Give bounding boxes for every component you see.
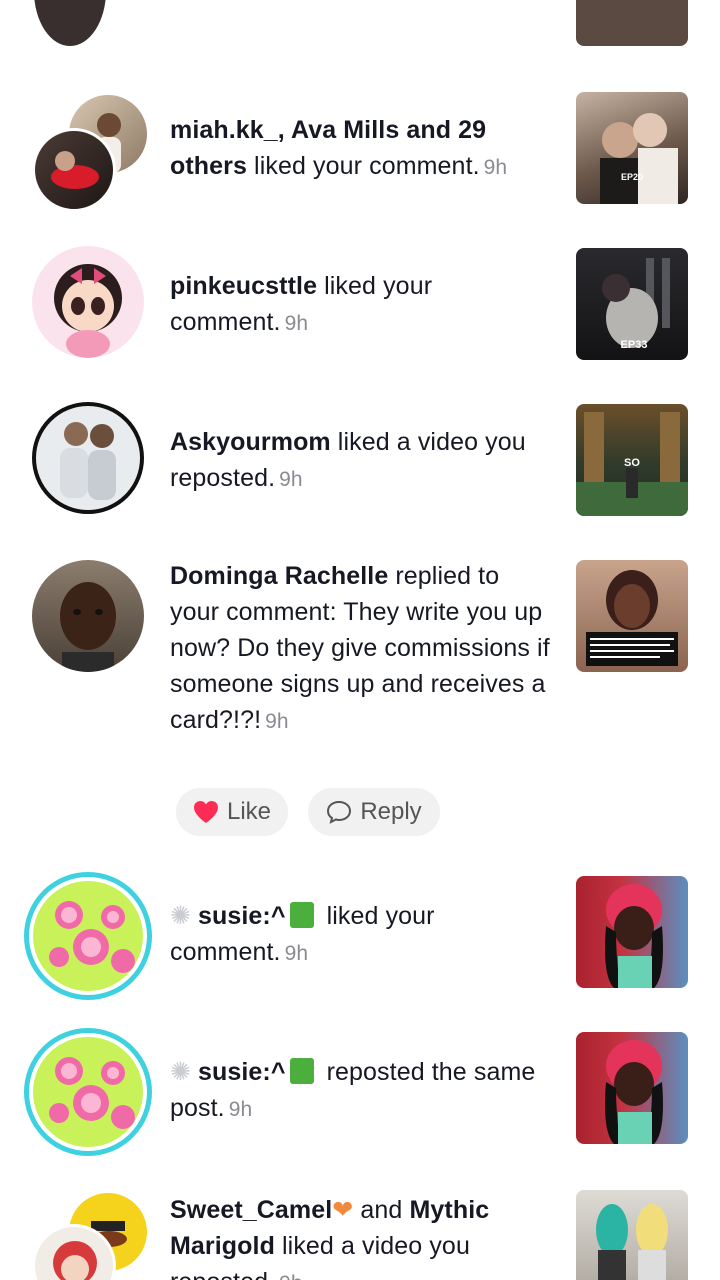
user-avatar[interactable] bbox=[34, 0, 106, 46]
user-avatar[interactable] bbox=[24, 1028, 152, 1156]
sparkle-icon: ✺ bbox=[170, 902, 192, 930]
user-avatar[interactable] bbox=[32, 402, 144, 514]
notification-item-reply[interactable]: Dominga Rachelle replied to your comment… bbox=[0, 558, 720, 848]
notification-item[interactable]: pinkeucsttle liked your comment. 9h EP33 bbox=[0, 246, 720, 366]
user-names[interactable]: Sweet_Camel bbox=[170, 1196, 332, 1224]
post-thumbnail[interactable] bbox=[576, 560, 688, 672]
timestamp: 9h bbox=[284, 942, 309, 965]
user-names[interactable]: Askyourmom bbox=[170, 428, 331, 456]
notification-item[interactable]: ✺ susie:^ liked your comment. 9h bbox=[0, 870, 720, 1000]
like-button[interactable]: Like bbox=[176, 788, 288, 836]
thumbnail-label: EP33 bbox=[621, 339, 648, 351]
green-book-icon bbox=[289, 902, 314, 928]
comment-bubble-icon bbox=[327, 800, 352, 824]
user-names[interactable]: Dominga Rachelle bbox=[170, 562, 388, 590]
like-label: Like bbox=[226, 798, 272, 825]
reply-label: Reply bbox=[360, 798, 422, 825]
user-avatar[interactable] bbox=[24, 872, 152, 1000]
post-thumbnail[interactable] bbox=[576, 876, 688, 988]
post-thumbnail[interactable] bbox=[576, 1032, 688, 1144]
thumbnail-label: EP20 bbox=[621, 172, 643, 182]
notification-text: Askyourmom liked a video you reposted. 9h bbox=[170, 424, 560, 498]
notification-text: Sweet_Camel❤ and Mythic Marigold liked a… bbox=[170, 1192, 560, 1280]
user-names[interactable]: susie:^ bbox=[198, 1058, 286, 1086]
notification-text: pinkeucsttle liked your comment. 9h bbox=[170, 268, 560, 342]
post-thumbnail[interactable] bbox=[576, 0, 688, 46]
notification-item[interactable]: miah.kk_, Ava Mills and 29 others liked … bbox=[0, 90, 720, 212]
heart-icon bbox=[193, 801, 218, 823]
timestamp: 9h bbox=[284, 312, 309, 335]
post-thumbnail[interactable]: SO bbox=[576, 404, 688, 516]
reply-button[interactable]: Reply bbox=[308, 788, 440, 836]
green-book-icon bbox=[289, 1058, 314, 1084]
notification-text: ✺ susie:^ liked your comment. 9h bbox=[170, 898, 560, 972]
user-avatar[interactable] bbox=[32, 560, 144, 672]
user-names[interactable]: pinkeucsttle bbox=[170, 272, 317, 300]
timestamp: 9h bbox=[279, 1272, 303, 1280]
timestamp: 9h bbox=[228, 1098, 253, 1121]
user-avatar[interactable] bbox=[32, 246, 144, 358]
notification-item[interactable]: ✺ susie:^ reposted the same post. 9h bbox=[0, 1026, 720, 1156]
notification-text: Dominga Rachelle replied to your comment… bbox=[170, 558, 550, 740]
post-thumbnail[interactable] bbox=[576, 1190, 688, 1280]
post-thumbnail[interactable]: EP20 bbox=[576, 92, 688, 204]
post-thumbnail[interactable]: EP33 bbox=[576, 248, 688, 360]
notification-item[interactable]: Sweet_Camel❤ and Mythic Marigold liked a… bbox=[0, 1188, 720, 1280]
thumbnail-caption: SO bbox=[624, 457, 640, 469]
notification-text: ✺ susie:^ reposted the same post. 9h bbox=[170, 1054, 560, 1128]
user-avatar[interactable] bbox=[32, 128, 116, 212]
notification-text: miah.kk_, Ava Mills and 29 others liked … bbox=[170, 112, 560, 186]
notification-conjunction: and bbox=[353, 1196, 410, 1224]
timestamp: 9h bbox=[483, 156, 508, 179]
user-names[interactable]: susie:^ bbox=[198, 902, 286, 930]
orange-heart-icon: ❤ bbox=[332, 1196, 354, 1224]
sparkle-icon: ✺ bbox=[170, 1058, 192, 1086]
timestamp: 9h bbox=[279, 468, 303, 491]
notification-item[interactable]: Askyourmom liked a video you reposted. 9h… bbox=[0, 402, 720, 522]
notification-action: liked your comment. bbox=[247, 152, 480, 180]
timestamp: 9h bbox=[265, 710, 289, 733]
